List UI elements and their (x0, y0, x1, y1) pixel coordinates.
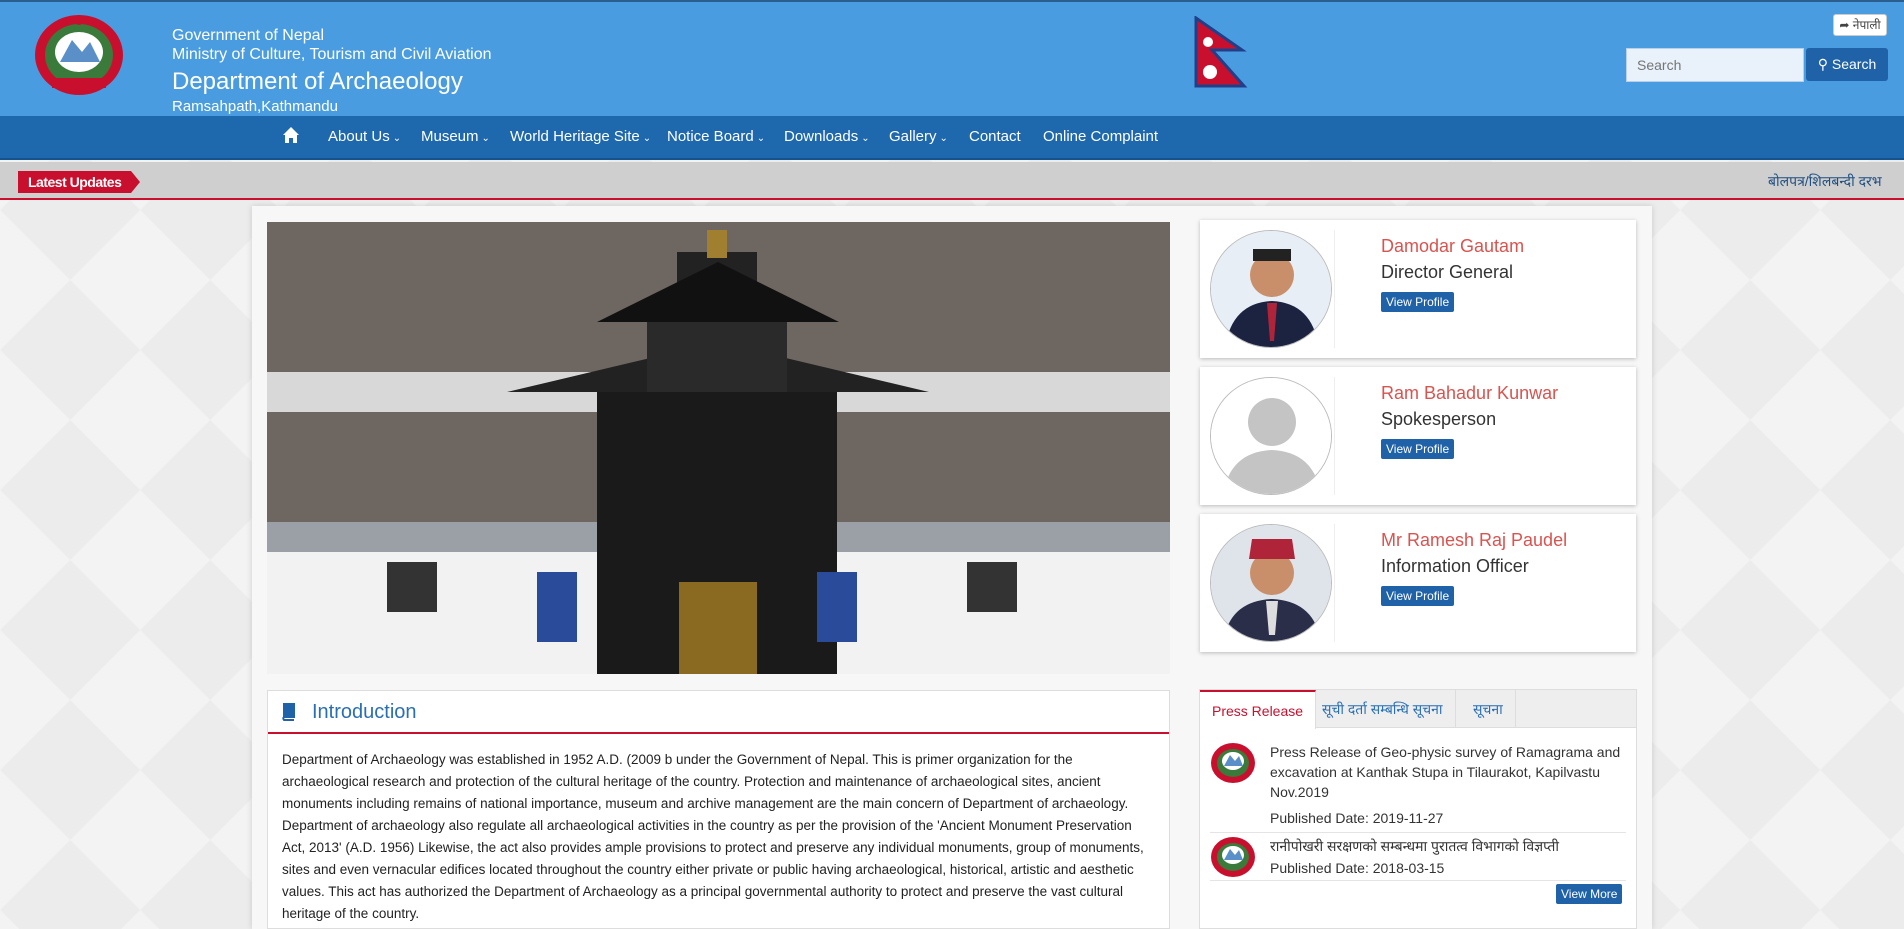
avatar (1210, 524, 1332, 642)
nav-item-notice-board[interactable]: Notice Board ⌄ (667, 128, 765, 145)
profile-name: Ram Bahadur Kunwar (1381, 383, 1559, 403)
nepal-emblem-logo[interactable] (30, 12, 128, 98)
site-header: Government of Nepal Ministry of Culture,… (0, 0, 1904, 116)
divider (1210, 880, 1626, 881)
nav-label: Museum (421, 128, 479, 145)
address: Ramsahpath,Kathmandu (172, 98, 338, 115)
chevron-down-icon: ⌄ (642, 133, 652, 144)
lang-switch-label: नेपाली (1852, 18, 1881, 32)
divider (1334, 230, 1335, 348)
press-item-title[interactable]: रानीपोखरी सरक्षणको सम्बन्धमा पुरातत्व वि… (1270, 836, 1628, 856)
profile-name: Mr Ramesh Raj Paudel (1381, 530, 1568, 550)
introduction-text: Department of Archaeology was establishe… (282, 752, 1144, 921)
nav-label: Downloads (784, 128, 859, 145)
view-profile-button[interactable]: View Profile (1381, 292, 1455, 312)
chevron-down-icon: ⌄ (861, 133, 870, 144)
latest-updates-label: Latest Updates (18, 171, 141, 193)
gov-line1: Government of Nepal (172, 27, 325, 44)
chevron-down-icon: ⌄ (939, 133, 948, 144)
tab-press-release[interactable]: Press Release (1200, 690, 1317, 729)
latest-updates-ticker: Latest Updates बोलपत्र/शिलबन्दी दरभ (0, 162, 1904, 200)
government-title: Government of Nepal Ministry of Culture,… (172, 26, 492, 64)
chevron-down-icon: ⌄ (481, 133, 490, 144)
view-profile-button[interactable]: View Profile (1381, 586, 1455, 606)
chevron-down-icon: ⌄ (392, 133, 402, 144)
press-item-date: Published Date: 2018-03-15 (1270, 860, 1445, 876)
profile-card: Ram Bahadur Kunwar Spokesperson View Pro… (1200, 367, 1636, 505)
nepal-emblem-icon (1210, 836, 1256, 878)
profile-role: Director General (1381, 262, 1514, 282)
nav-label: World Heritage Site (510, 128, 640, 145)
profile-card: Damodar Gautam Director General View Pro… (1200, 220, 1636, 358)
press-item-date: Published Date: 2019-11-27 (1270, 810, 1444, 826)
avatar (1210, 230, 1332, 348)
introduction-panel: Introduction Department of Archaeology w… (267, 690, 1170, 929)
press-release-panel: Press Release सूची दर्ता सम्बन्धि सूचना … (1199, 689, 1637, 929)
profile-card: Mr Ramesh Raj Paudel Information Officer… (1200, 514, 1636, 652)
divider (1334, 524, 1335, 642)
gov-line2: Ministry of Culture, Tourism and Civil A… (172, 46, 492, 63)
nav-item-contact[interactable]: Contact (969, 128, 1021, 145)
press-tabs: Press Release सूची दर्ता सम्बन्धि सूचना … (1200, 690, 1636, 729)
search-button-label: Search (1831, 56, 1877, 72)
main-navigation: About Us ⌄ Museum ⌄ World Heritage Site ⌄ N… (0, 116, 1904, 160)
nepal-emblem-icon (1210, 742, 1256, 784)
nav-item-online-complaint[interactable]: Online Complaint (1043, 128, 1158, 145)
divider (1210, 832, 1626, 833)
tab-listing-registration-notice[interactable]: सूची दर्ता सम्बन्धि सूचना (1310, 690, 1456, 728)
divider (1334, 377, 1335, 495)
introduction-header: Introduction (268, 691, 1169, 734)
view-profile-button[interactable]: View Profile (1381, 439, 1455, 459)
nav-item-about-us[interactable]: About Us ⌄ (328, 128, 401, 145)
search-icon: ⚲ (1817, 56, 1828, 72)
nav-label: About Us (328, 128, 390, 145)
ticker-link[interactable]: बोलपत्र/शिलबन्दी दरभ (1768, 172, 1882, 191)
hero-slider-image[interactable] (267, 222, 1170, 674)
press-item-title[interactable]: Press Release of Geo-physic survey of Ra… (1270, 742, 1628, 802)
tab-notice[interactable]: सूचना (1461, 690, 1516, 728)
nav-item-gallery[interactable]: Gallery ⌄ (889, 128, 948, 145)
search-input[interactable] (1626, 48, 1804, 82)
language-switch-button[interactable]: ➦ नेपाली (1833, 14, 1887, 36)
search-button[interactable]: ⚲ Search (1806, 48, 1888, 81)
home-icon[interactable] (282, 126, 300, 148)
department-name[interactable]: Department of Archaeology (172, 68, 463, 96)
view-more-button[interactable]: View More (1556, 884, 1623, 904)
nav-label: Gallery (889, 128, 937, 145)
nav-label: Notice Board (667, 128, 754, 145)
book-icon (280, 703, 296, 721)
nepal-flag-icon (1194, 15, 1248, 88)
login-icon: ➦ (1839, 18, 1850, 32)
introduction-title: Introduction (312, 701, 417, 723)
nav-item-world-heritage-site[interactable]: World Heritage Site ⌄ (510, 128, 651, 145)
profile-role: Information Officer (1381, 556, 1529, 576)
nav-item-museum[interactable]: Museum ⌄ (421, 128, 490, 145)
avatar (1210, 377, 1332, 495)
chevron-down-icon: ⌄ (756, 133, 766, 144)
nav-item-downloads[interactable]: Downloads ⌄ (784, 128, 870, 145)
profile-name: Damodar Gautam (1381, 236, 1525, 256)
profile-role: Spokesperson (1381, 409, 1497, 429)
